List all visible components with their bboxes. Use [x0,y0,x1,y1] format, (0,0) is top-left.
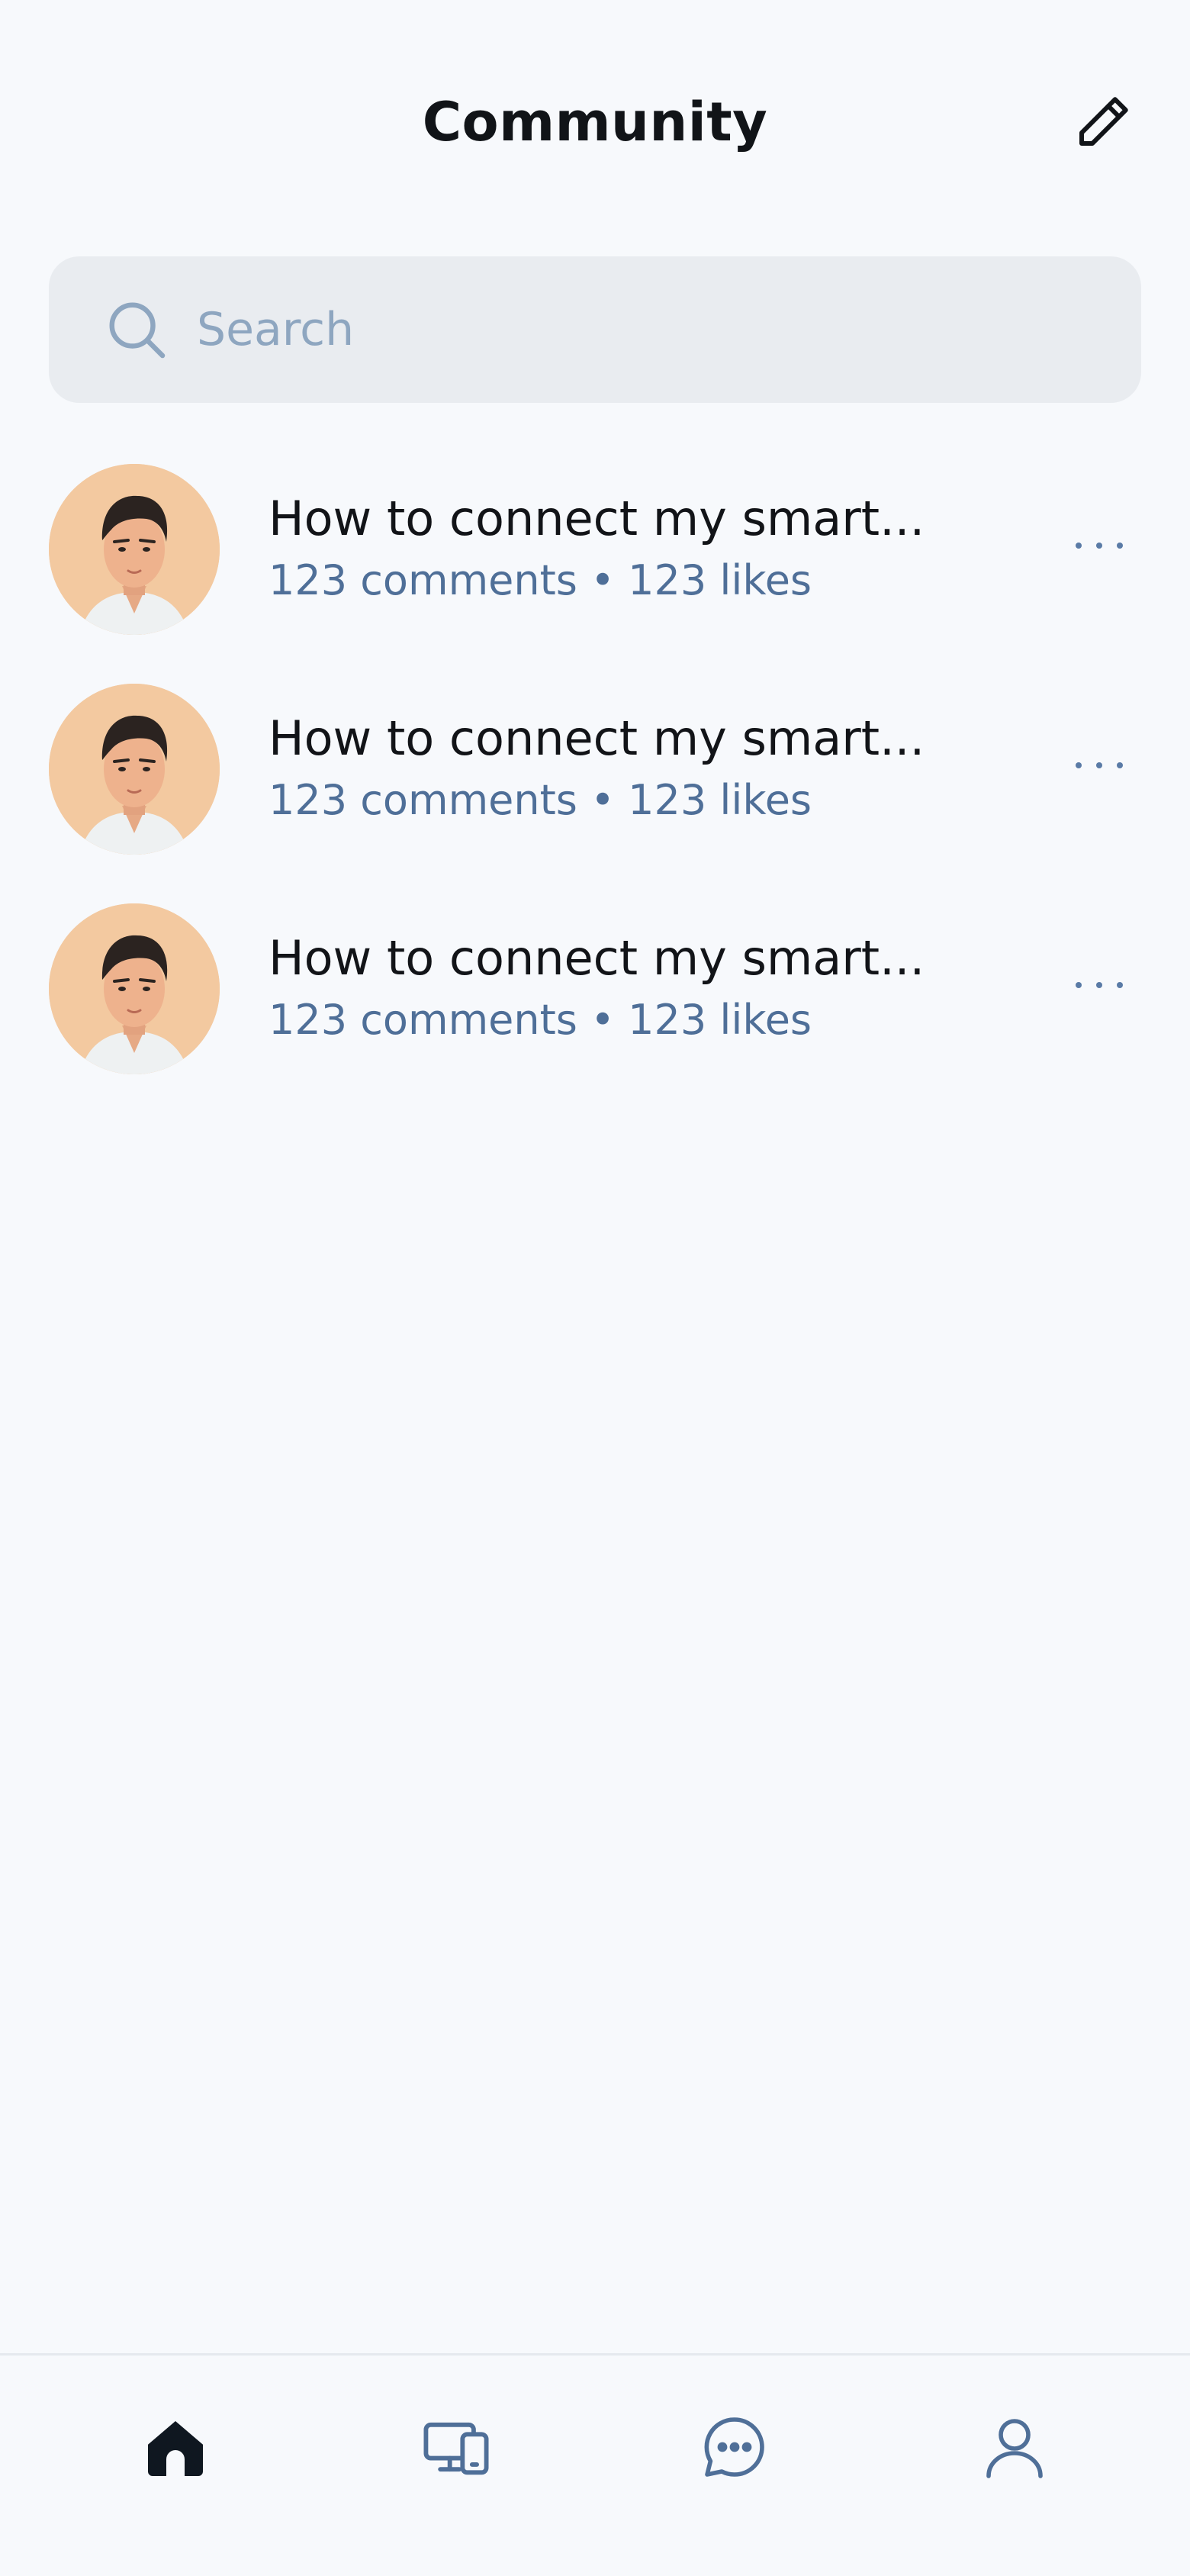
devices-icon [423,2422,489,2475]
post-title: How to connect my smart... [269,491,925,546]
list-item[interactable]: How to connect my smart... 123 comments … [0,678,1190,897]
likes-count: 123 likes [628,776,812,824]
likes-count: 123 likes [628,996,812,1044]
comments-count: 123 comments [269,996,577,1044]
meta-separator: • [590,776,615,824]
post-meta: 123 comments • 123 likes [269,993,812,1047]
bottom-tab-bar [0,2353,1190,2576]
tab-profile[interactable] [961,2394,1068,2500]
more-options-button[interactable] [1065,951,1134,1019]
search-bar[interactable] [49,256,1141,403]
search-icon [102,295,171,364]
comments-count: 123 comments [269,776,577,824]
home-icon [148,2421,203,2476]
more-options-button[interactable] [1065,731,1134,800]
more-horizontal-icon [1076,543,1123,549]
meta-separator: • [590,556,615,604]
post-title: How to connect my smart... [269,710,925,766]
tab-home[interactable] [122,2394,229,2500]
app-header: Community [0,0,1190,244]
post-meta: 123 comments • 123 likes [269,774,812,827]
more-horizontal-icon [1076,762,1123,768]
post-meta: 123 comments • 123 likes [269,554,812,607]
tab-chat[interactable] [681,2394,788,2500]
avatar [49,903,220,1074]
likes-count: 123 likes [628,556,812,604]
chat-icon [704,2417,764,2477]
meta-separator: • [590,996,615,1044]
search-input[interactable] [197,291,1074,368]
profile-icon [986,2419,1043,2478]
tab-devices[interactable] [403,2394,510,2500]
pencil-icon [1079,97,1128,146]
comments-count: 123 comments [269,556,577,604]
avatar [49,684,220,855]
edit-button[interactable] [1065,84,1141,160]
page-title: Community [422,91,768,153]
list-item[interactable]: How to connect my smart... 123 comments … [0,897,1190,1117]
more-options-button[interactable] [1065,511,1134,580]
post-title: How to connect my smart... [269,930,925,986]
avatar [49,464,220,635]
post-list: How to connect my smart... 123 comments … [0,458,1190,1117]
list-item[interactable]: How to connect my smart... 123 comments … [0,458,1190,678]
more-horizontal-icon [1076,982,1123,988]
